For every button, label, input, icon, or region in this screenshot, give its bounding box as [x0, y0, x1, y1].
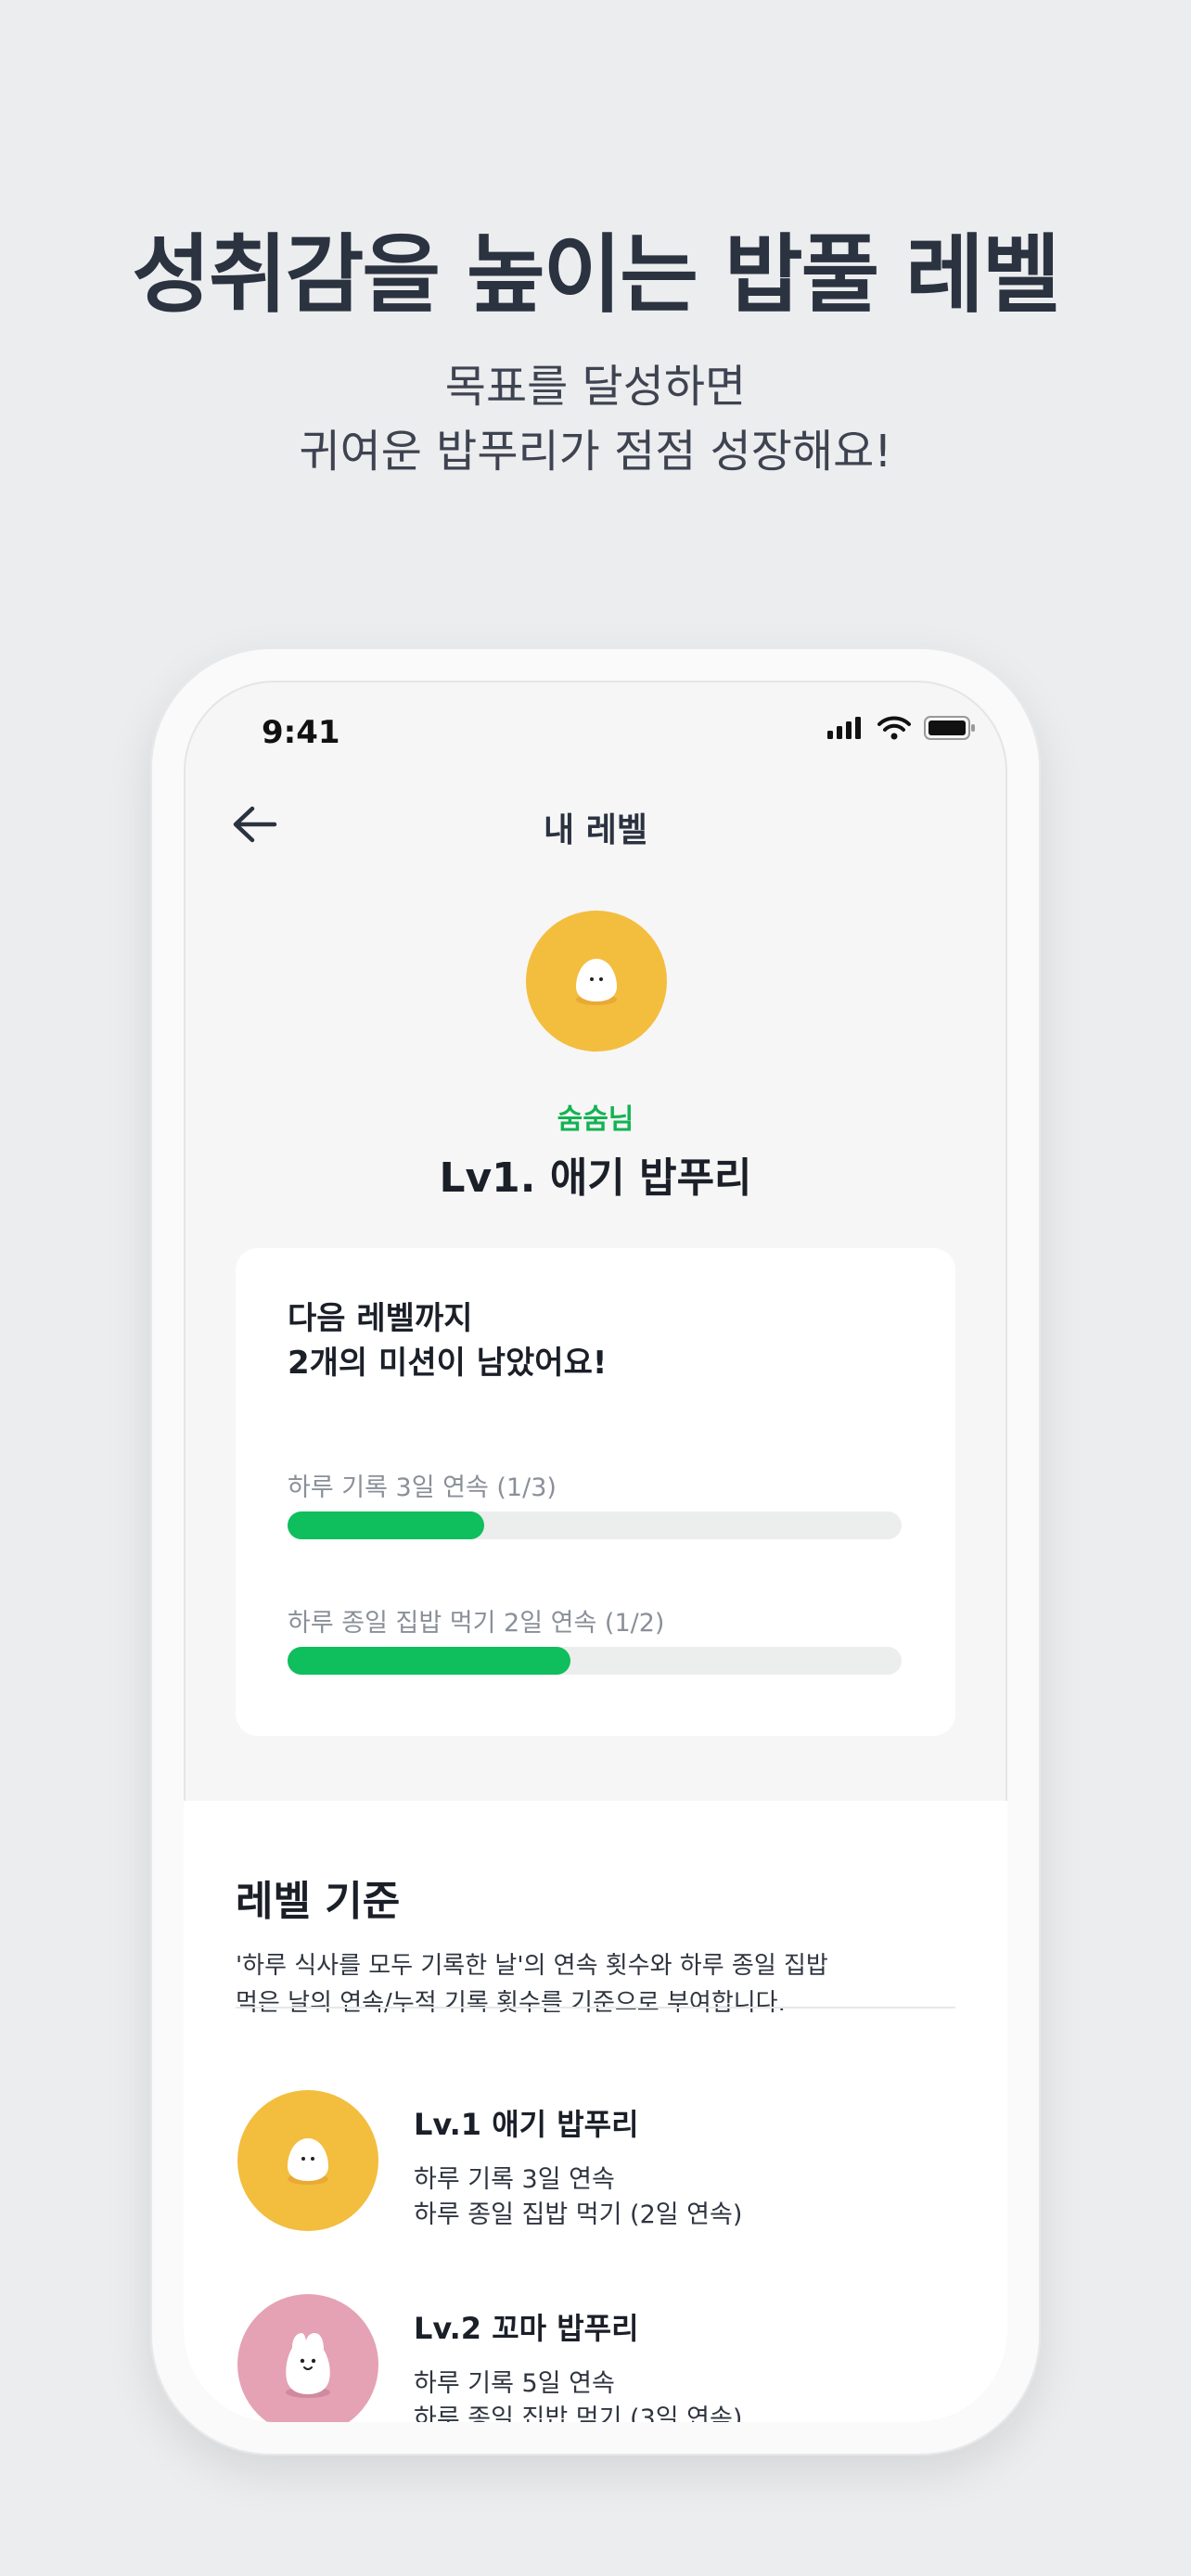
level-avatar: [237, 2090, 378, 2231]
level-requirement: 하루 종일 집밥 먹기 (3일 연속): [414, 2404, 743, 2422]
user-name: 숨숨님: [557, 1103, 634, 1136]
rice-character-icon: [576, 959, 617, 1005]
promo-subtitle-line1: 목표를 달성하면: [444, 361, 747, 413]
level-name: Lv.1 애기 밥푸리: [414, 2107, 639, 2142]
promo-title: 성취감을 높이는 밥풀 레벨: [132, 225, 1060, 325]
promo-subtitle-line2: 귀여운 밥푸리가 점점 성장해요!: [299, 426, 892, 478]
level-avatar: [526, 911, 667, 1052]
level-requirement: 하루 기록 3일 연속: [414, 2165, 615, 2194]
phone-screen: 9:41 내 레벨 숨숨님 Lv1. 애기 밥푸리 다음 레벨까지 2개의 미션…: [184, 681, 1007, 2422]
signal-icon: [827, 717, 861, 739]
mission-heading-line2: 2개의 미션이 남았어요!: [288, 1345, 608, 1382]
current-level-title: Lv1. 애기 밥푸리: [439, 1154, 752, 1202]
rice-character-icon: [286, 2333, 330, 2398]
mission-label: 하루 기록 3일 연속 (1/3): [288, 1473, 557, 1502]
rice-character-icon: [288, 2138, 328, 2185]
mission-heading-line1: 다음 레벨까지: [288, 1300, 473, 1337]
mission-progress-bar: [288, 1647, 902, 1675]
criteria-description-line1: '하루 식사를 모두 기록한 날'의 연속 횟수와 하루 종일 집밥: [236, 1952, 828, 1980]
wifi-icon: [877, 716, 911, 740]
mission-progress-fill: [288, 1511, 484, 1539]
mission-label: 하루 종일 집밥 먹기 2일 연속 (1/2): [288, 1609, 665, 1638]
level-requirement: 하루 종일 집밥 먹기 (2일 연속): [414, 2200, 743, 2229]
criteria-description-line2: 먹은 날의 연속/누적 기록 횟수를 기준으로 부여합니다.: [236, 1989, 786, 2017]
nav-title: 내 레벨: [544, 811, 647, 849]
level-requirement: 하루 기록 5일 연속: [414, 2369, 615, 2398]
promo-subtitle: 목표를 달성하면 귀여운 밥푸리가 점점 성장해요!: [0, 354, 1191, 484]
phone-frame: 9:41 내 레벨 숨숨님 Lv1. 애기 밥푸리 다음 레벨까지 2개의 미션…: [150, 647, 1041, 2455]
battery-icon: [924, 716, 975, 740]
level-criteria-section: 레벨 기준 '하루 식사를 모두 기록한 날'의 연속 횟수와 하루 종일 집밥…: [184, 1801, 1007, 2422]
level-row[interactable]: Lv.1 애기 밥푸리 하루 기록 3일 연속 하루 종일 집밥 먹기 (2일 …: [236, 2090, 955, 2272]
status-time: 9:41: [262, 714, 340, 751]
status-icons: [827, 716, 976, 740]
divider: [236, 2007, 955, 2009]
level-avatar: [237, 2294, 378, 2422]
criteria-title: 레벨 기준: [236, 1878, 401, 1925]
mission-progress-fill: [288, 1647, 570, 1675]
mission-card: 다음 레벨까지 2개의 미션이 남았어요! 하루 기록 3일 연속 (1/3) …: [236, 1248, 955, 1736]
criteria-description: '하루 식사를 모두 기록한 날'의 연속 횟수와 하루 종일 집밥 먹은 날의…: [236, 1947, 959, 2021]
mission-progress-bar: [288, 1511, 902, 1539]
mission-heading: 다음 레벨까지 2개의 미션이 남았어요!: [288, 1296, 607, 1385]
level-row[interactable]: Lv.2 꼬마 밥푸리 하루 기록 5일 연속 하루 종일 집밥 먹기 (3일 …: [236, 2294, 955, 2422]
level-name: Lv.2 꼬마 밥푸리: [414, 2311, 639, 2346]
